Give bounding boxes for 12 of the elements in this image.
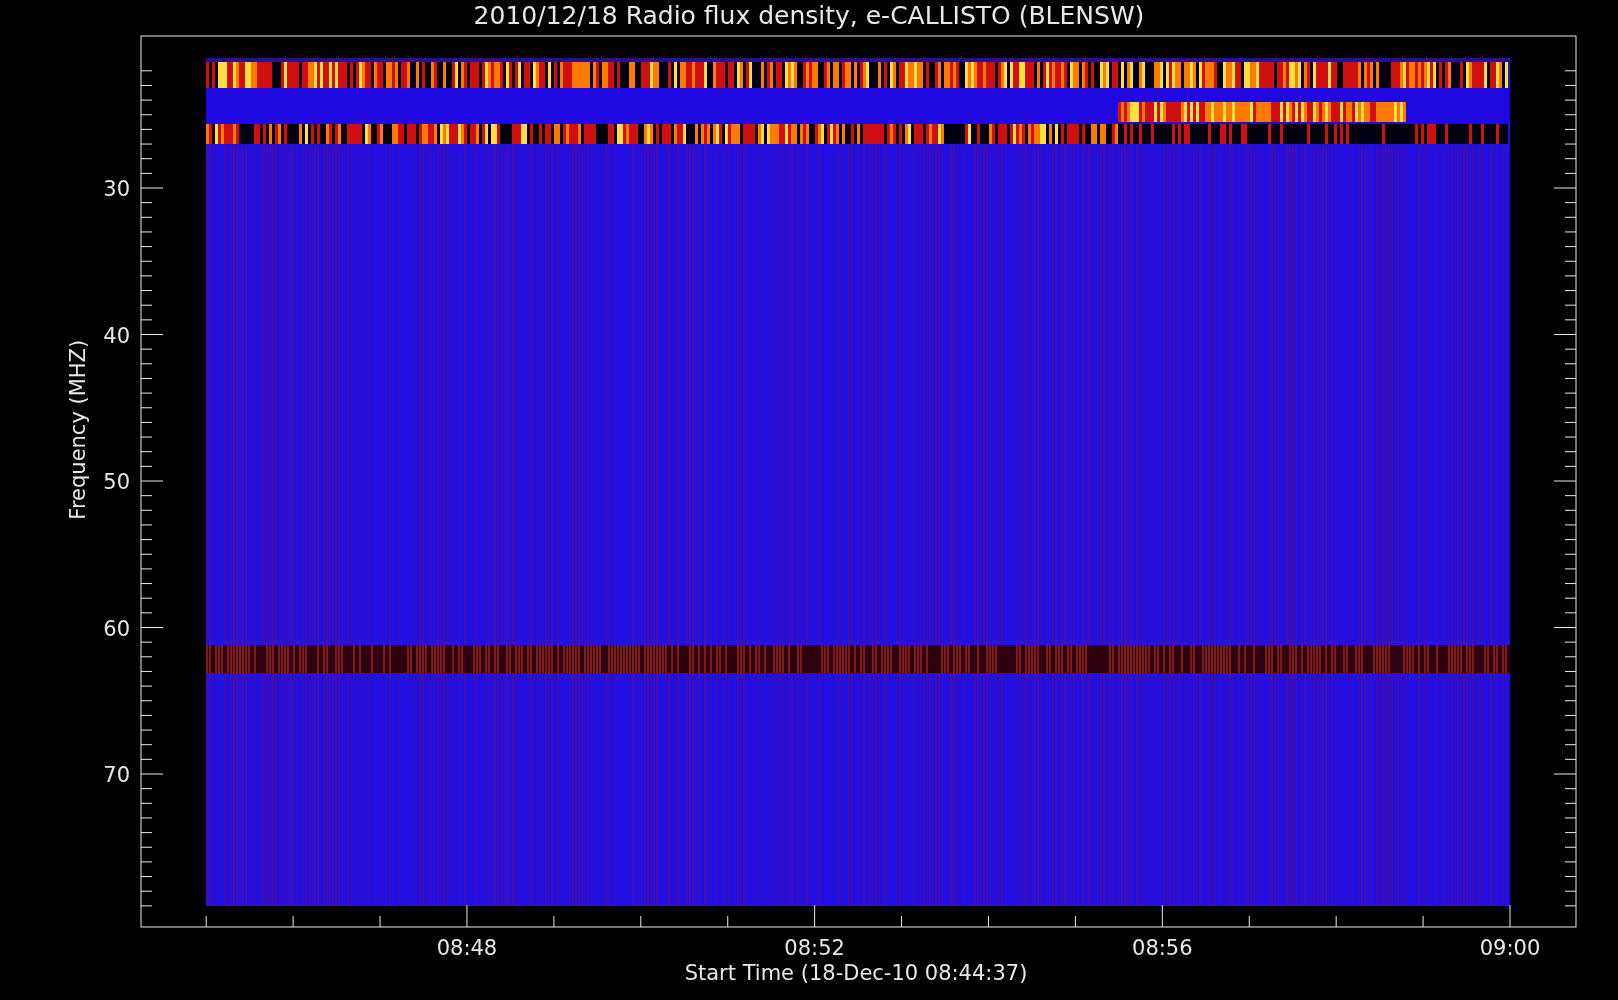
axis-title: Start Time (18-Dec-10 08:44:37) — [684, 961, 1028, 985]
axis-title: Frequency (MHZ) — [66, 339, 90, 520]
axis-tick-label: 60 — [103, 616, 130, 641]
axis-tick-label: 70 — [103, 763, 130, 787]
axis-tick-label: 08:56 — [1132, 936, 1193, 960]
chart-title: 2010/12/18 Radio flux density, e-CALLISTO (BLENSW) — [473, 0, 1145, 32]
axis-tick-label: 40 — [103, 323, 130, 348]
axis-tick-label: 09:00 — [1479, 936, 1541, 960]
axis-tick-label: 50 — [103, 470, 130, 494]
axis-tick-label: 08:52 — [784, 936, 845, 960]
axis-tick-label: 08:48 — [436, 936, 498, 960]
axis-tick-label: 30 — [103, 177, 130, 201]
